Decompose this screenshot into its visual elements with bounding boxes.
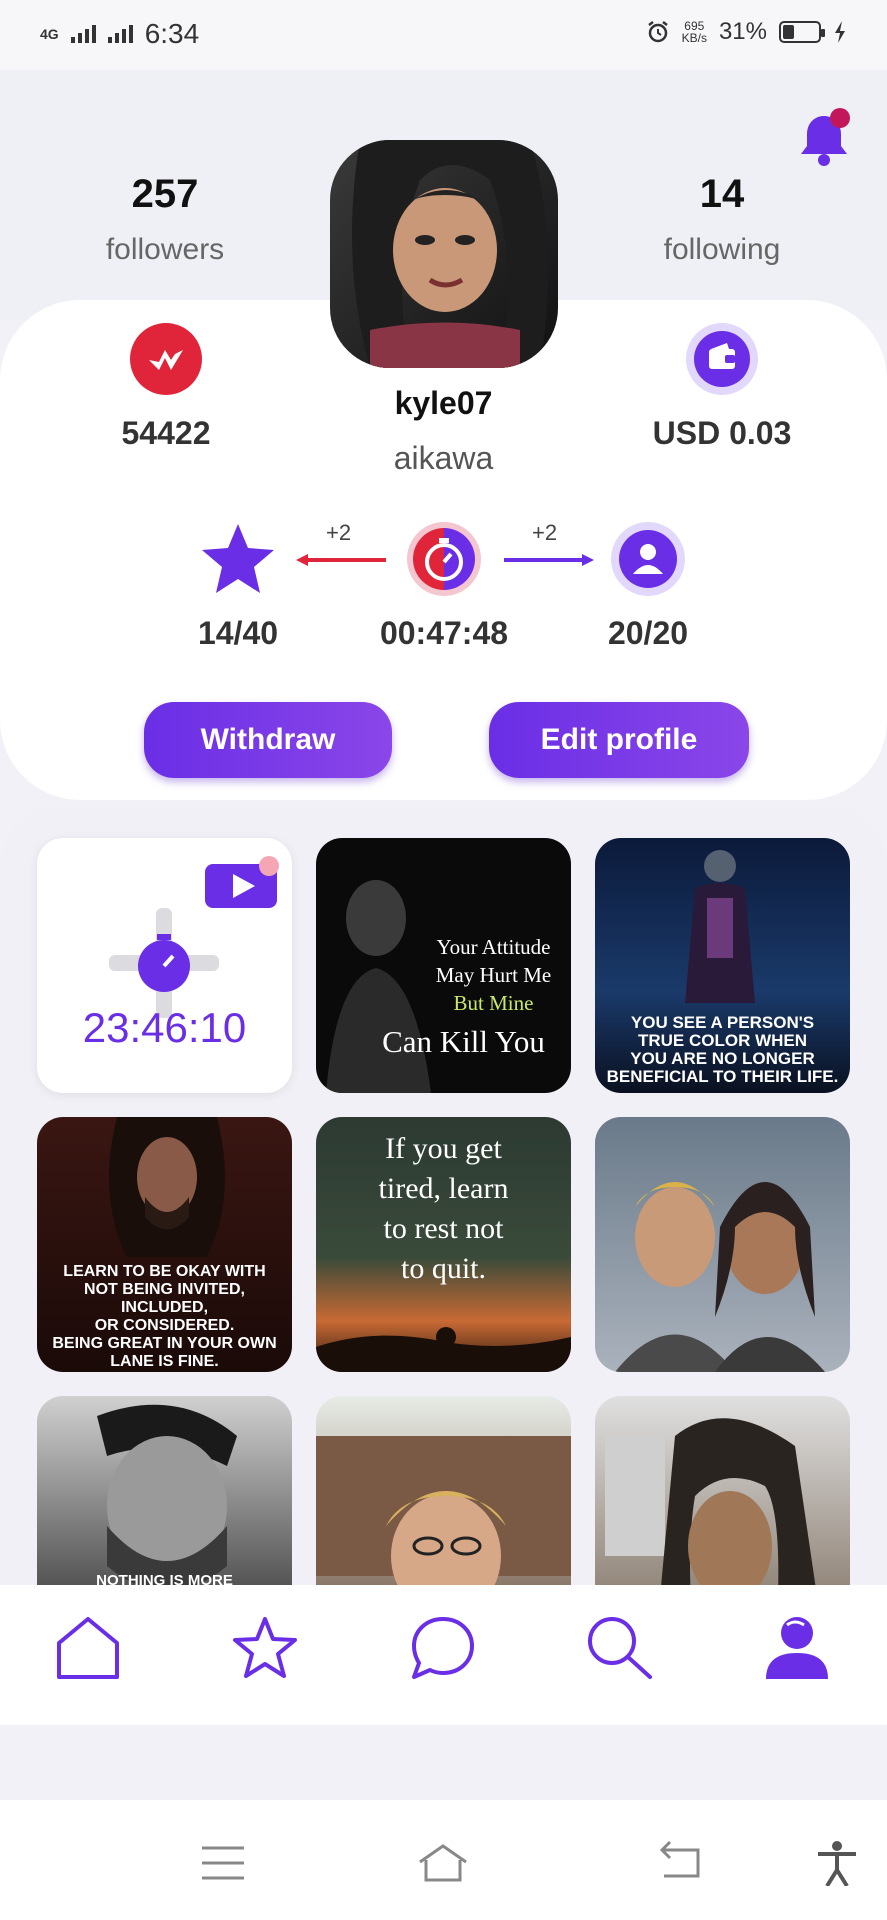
timer-tile[interactable]: 23:46:10: [37, 838, 292, 1093]
stars-progress: 14/40: [148, 520, 328, 652]
stars-value: 14/40: [197, 615, 279, 651]
post-image-selfie: [615, 1182, 825, 1372]
timer-progress: 00:47:48: [354, 520, 534, 652]
post-image-face: [109, 1117, 225, 1257]
post-tile-6[interactable]: [595, 1117, 850, 1372]
avatar[interactable]: [330, 140, 558, 368]
users-progress: 20/20: [558, 520, 738, 652]
tile5-line-4: to quit.: [400, 1252, 486, 1285]
users-value: 20/20: [607, 615, 689, 651]
home-icon[interactable]: [53, 1613, 123, 1683]
bottom-navigation: [0, 1585, 887, 1725]
stars-bonus: +2: [326, 520, 352, 545]
withdraw-button[interactable]: Withdraw: [144, 702, 392, 778]
back-icon[interactable]: [654, 1840, 704, 1886]
wallet-icon: [686, 323, 758, 395]
tile3-line-4: BENEFICIAL TO THEIR LIFE.: [606, 1067, 839, 1086]
progress-row: 14/40 +2 00:47:48 +2 20/20: [0, 520, 887, 651]
clock: 6:34: [144, 18, 200, 49]
tile5-line-1: If you get: [385, 1132, 502, 1165]
star-filled-icon: [202, 524, 274, 593]
tile2-line-4: Can Kill You: [382, 1024, 545, 1059]
signal-icon-2: [107, 25, 133, 43]
post-tile-2[interactable]: Your Attitude May Hurt Me But Mine Can K…: [316, 838, 571, 1093]
chat-icon[interactable]: [408, 1613, 478, 1683]
tile2-line-3: But Mine: [453, 991, 534, 1015]
tile4-line-2: NOT BEING INVITED, INCLUDED,: [84, 1281, 245, 1316]
notification-dot: [830, 108, 850, 128]
home-outline-icon[interactable]: [418, 1840, 468, 1886]
tile4-line-3: OR CONSIDERED.: [94, 1317, 235, 1334]
timer-value: 00:47:48: [379, 615, 509, 651]
star-icon[interactable]: [230, 1613, 300, 1683]
tile2-line-2: May Hurt Me: [435, 963, 552, 987]
signal-icon: [70, 25, 96, 43]
followers-stat[interactable]: 257 followers: [55, 172, 275, 267]
coins-icon: [130, 323, 202, 395]
coins-value: 54422: [121, 415, 211, 451]
followers-label: followers: [105, 233, 225, 266]
network-type: 4G: [40, 26, 59, 42]
profile-icon[interactable]: [762, 1613, 832, 1683]
tile4-line-4: BEING GREAT IN YOUR OWN: [52, 1335, 277, 1352]
tile4-line-1: LEARN TO BE OKAY WITH: [63, 1263, 266, 1280]
battery-icon: [779, 21, 825, 43]
network-speed: 695 KB/s: [682, 20, 707, 44]
tile3-line-3: YOU ARE NO LONGER: [630, 1049, 815, 1068]
stopwatch-icon: [109, 908, 219, 1018]
user-circle-icon: [611, 522, 685, 596]
system-navigation: [0, 1800, 887, 1920]
tile3-line-2: TRUE COLOR WHEN: [637, 1031, 808, 1050]
video-icon: [205, 856, 279, 908]
tile3-line-1: YOU SEE A PERSON'S: [630, 1013, 815, 1032]
wallet-value: USD 0.03: [652, 415, 792, 451]
avatar-image: [330, 140, 558, 368]
post-image-figure: [685, 850, 755, 1003]
menu-icon[interactable]: [198, 1840, 248, 1886]
following-count: 14: [699, 172, 745, 216]
users-bonus: +2: [532, 520, 558, 545]
speed-unit: KB/s: [681, 31, 707, 45]
status-left: 4G 6:34: [40, 18, 199, 50]
following-label: following: [663, 233, 781, 266]
post-tile-5[interactable]: If you get tired, learn to rest not to q…: [316, 1117, 571, 1372]
status-right: 695 KB/s 31%: [646, 18, 847, 46]
tile5-line-2: tired, learn: [378, 1172, 509, 1205]
notification-bell-icon[interactable]: [792, 108, 856, 172]
search-icon[interactable]: [584, 1613, 654, 1683]
accessibility-icon[interactable]: [812, 1840, 862, 1886]
status-bar: 4G 6:34 695 KB/s 31%: [0, 0, 887, 70]
tile2-line-1: Your Attitude: [436, 935, 551, 959]
edit-profile-button[interactable]: Edit profile: [489, 702, 749, 778]
tile5-line-3: to rest not: [383, 1212, 504, 1245]
countdown-timer: 23:46:10: [82, 1004, 247, 1051]
following-stat[interactable]: 14 following: [612, 172, 832, 267]
coins-stat[interactable]: 54422: [66, 322, 266, 452]
post-tile-4[interactable]: LEARN TO BE OKAY WITH NOT BEING INVITED,…: [37, 1117, 292, 1372]
timer-icon: [407, 522, 481, 596]
battery-percent: 31%: [718, 18, 767, 45]
alarm-icon: [647, 21, 668, 43]
post-tile-3[interactable]: YOU SEE A PERSON'S TRUE COLOR WHEN YOU A…: [595, 838, 850, 1093]
tile4-line-5: LANE IS FINE.: [110, 1353, 219, 1370]
followers-count: 257: [131, 172, 199, 216]
charging-icon: [835, 21, 845, 43]
wallet-stat[interactable]: USD 0.03: [622, 322, 822, 452]
